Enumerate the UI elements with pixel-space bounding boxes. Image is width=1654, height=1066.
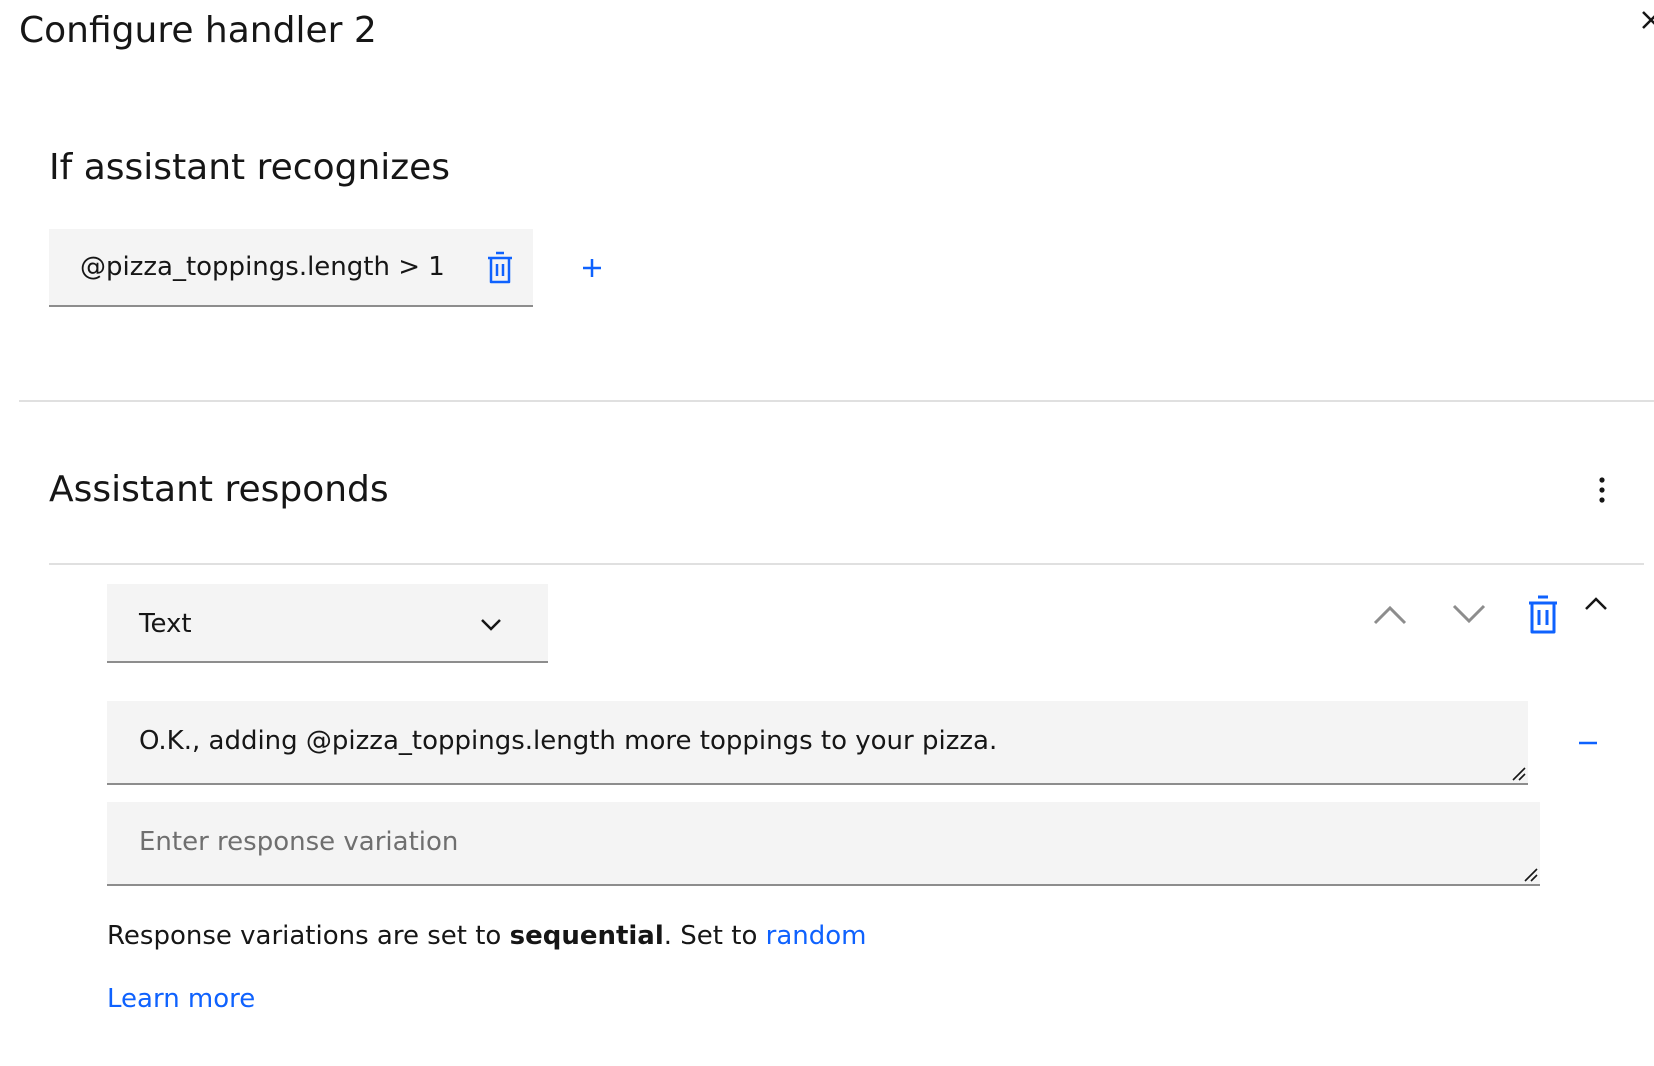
collapse-response-button[interactable] — [1582, 590, 1610, 616]
condition-text[interactable]: @pizza_toppings.length > 1 — [80, 249, 445, 285]
responds-divider — [49, 563, 1644, 565]
add-icon — [583, 259, 601, 277]
condition-field[interactable]: @pizza_toppings.length > 1 — [49, 229, 533, 307]
learn-more-link[interactable]: Learn more — [107, 981, 255, 1017]
overflow-menu-button[interactable] — [1592, 472, 1612, 508]
trash-icon — [488, 251, 512, 284]
recognizes-heading: If assistant recognizes — [49, 147, 451, 188]
response-type-value: Text — [139, 609, 192, 639]
response-variation-field[interactable]: O.K., adding @pizza_toppings.length more… — [107, 701, 1528, 785]
delete-response-button[interactable] — [1526, 595, 1560, 635]
chevron-down-icon — [481, 619, 501, 631]
section-divider — [19, 400, 1654, 402]
add-condition-button[interactable] — [574, 250, 610, 286]
close-icon — [1642, 11, 1654, 29]
chevron-down-icon — [1452, 604, 1486, 624]
responds-heading: Assistant responds — [49, 469, 389, 510]
delete-condition-button[interactable] — [485, 251, 515, 285]
response-type-dropdown[interactable]: Text — [107, 584, 548, 663]
chevron-up-icon — [1585, 597, 1607, 610]
resize-handle-icon[interactable] — [1522, 866, 1538, 882]
new-variation-placeholder[interactable]: Enter response variation — [139, 824, 458, 860]
variation-note-middle: . Set to — [663, 921, 766, 951]
variation-mode-value: sequential — [509, 921, 664, 951]
variation-mode-note: Response variations are set to sequentia… — [107, 918, 866, 954]
remove-variation-button[interactable] — [1575, 733, 1601, 753]
trash-icon — [1529, 595, 1557, 634]
panel-title: Configure handler 2 — [19, 10, 377, 51]
subtract-icon — [1579, 741, 1597, 745]
new-variation-field[interactable]: Enter response variation — [107, 802, 1540, 886]
close-button[interactable] — [1641, 6, 1654, 36]
chevron-up-icon — [1373, 605, 1407, 625]
resize-handle-icon[interactable] — [1510, 765, 1526, 781]
set-random-link[interactable]: random — [766, 921, 867, 951]
overflow-menu-vertical-icon — [1599, 477, 1605, 503]
response-variation-text[interactable]: O.K., adding @pizza_toppings.length more… — [139, 723, 997, 759]
move-down-button[interactable] — [1449, 596, 1489, 632]
variation-note-prefix: Response variations are set to — [107, 921, 510, 951]
move-up-button[interactable] — [1370, 596, 1410, 632]
